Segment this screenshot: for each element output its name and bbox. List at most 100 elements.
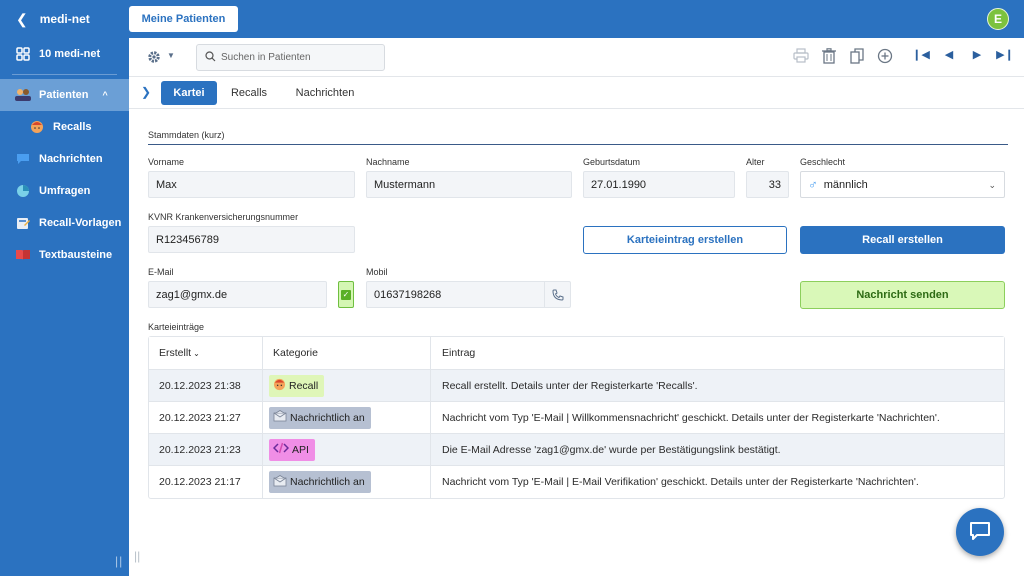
chevron-up-icon[interactable]: ^: [103, 90, 108, 100]
vorname-label: Vorname: [148, 157, 185, 167]
sidebar-item-nachrichten[interactable]: Nachrichten: [0, 143, 129, 175]
chevron-right-icon[interactable]: ❯: [141, 85, 151, 99]
table-row[interactable]: 20.12.2023 21:38 Recall Recall erstellt.…: [149, 370, 1004, 402]
tab-meine-patienten[interactable]: Meine Patienten: [129, 6, 238, 32]
sidebar: ❮ medi-net 10 medi-net Patienten ^ Recal…: [0, 0, 129, 576]
sidebar-item-patienten[interactable]: Patienten ^: [0, 79, 129, 111]
search-placeholder: Suchen in Patienten: [221, 52, 311, 63]
search-icon: [205, 50, 216, 65]
sidebar-item-textbausteine[interactable]: Textbausteine: [0, 239, 129, 271]
table-header: Erstellt ⌄ Kategorie Eintrag: [149, 337, 1004, 370]
mobil-field[interactable]: 01637198268: [366, 281, 571, 308]
sidebar-item-dashboard[interactable]: 10 medi-net: [0, 38, 129, 70]
tab-nachrichten[interactable]: Nachrichten: [285, 81, 365, 105]
table-row[interactable]: 20.12.2023 21:27 Nachrichtlich an Nachri…: [149, 402, 1004, 434]
category-tag: Recall: [269, 374, 325, 397]
sidebar-divider: [12, 74, 117, 75]
geschlecht-label: Geschlecht: [800, 157, 846, 167]
chevron-down-icon[interactable]: ▼: [167, 51, 175, 60]
send-message-button[interactable]: Nachricht senden: [800, 281, 1005, 309]
top-bar: Meine Patienten E: [129, 0, 1024, 38]
patients-icon: [14, 88, 32, 102]
avatar[interactable]: E: [987, 8, 1009, 30]
sidebar-item-label: Nachrichten: [39, 153, 103, 165]
envelope-icon: [273, 410, 287, 425]
geburtsdatum-label: Geburtsdatum: [583, 157, 641, 167]
phone-icon[interactable]: [544, 281, 571, 308]
sidebar-item-label: Umfragen: [39, 185, 91, 197]
copy-icon[interactable]: [848, 48, 866, 67]
panel-resize-handle[interactable]: ||: [134, 549, 140, 563]
tab-recalls[interactable]: Recalls: [223, 81, 275, 105]
resize-handle[interactable]: ||: [115, 554, 123, 568]
male-symbol-icon: ♂: [808, 177, 818, 192]
chat-bubble-icon: [14, 152, 32, 166]
category-tag: Nachrichtlich an: [269, 471, 371, 493]
row-date: 20.12.2023 21:27: [149, 402, 263, 433]
sidebar-item-recalls[interactable]: Recalls: [0, 111, 129, 143]
nachname-field[interactable]: Mustermann: [366, 171, 572, 198]
alter-label: Alter: [746, 157, 765, 167]
app-title: medi-net: [39, 12, 90, 26]
first-record-icon[interactable]: ❙◀: [910, 48, 932, 61]
sidebar-item-label: Textbausteine: [39, 249, 113, 261]
kvnr-field[interactable]: R123456789: [148, 226, 355, 253]
chat-button[interactable]: [956, 508, 1004, 556]
sidebar-item-label: Patienten: [39, 89, 89, 101]
row-date: 20.12.2023 21:38: [149, 370, 263, 401]
checkmark-icon: ✓: [341, 289, 351, 300]
geschlecht-select[interactable]: ♂ männlich ⌄: [800, 171, 1005, 198]
gear-icon[interactable]: [147, 50, 161, 67]
toolbar-actions: [792, 48, 894, 67]
recall-face-icon: [273, 378, 286, 394]
search-input[interactable]: Suchen in Patienten: [196, 44, 385, 71]
last-record-icon[interactable]: ▶❙: [994, 48, 1016, 61]
section-divider: [148, 144, 1008, 145]
print-icon[interactable]: [792, 48, 810, 67]
pie-chart-icon: [14, 184, 32, 198]
column-header-kategorie[interactable]: Kategorie: [263, 337, 431, 369]
trash-icon[interactable]: [820, 48, 838, 67]
previous-record-icon[interactable]: ◀: [938, 48, 960, 61]
table-row[interactable]: 20.12.2023 21:23 API Die E-Mail Adresse …: [149, 434, 1004, 466]
column-header-eintrag[interactable]: Eintrag: [431, 337, 1004, 369]
add-circle-icon[interactable]: [876, 48, 894, 67]
next-record-icon[interactable]: ▶: [966, 48, 988, 61]
table-row[interactable]: 20.12.2023 21:17 Nachrichtlich an Nachri…: [149, 466, 1004, 498]
chevron-left-icon[interactable]: ❮: [16, 11, 28, 28]
vorname-field[interactable]: Max: [148, 171, 355, 198]
row-date: 20.12.2023 21:23: [149, 434, 263, 465]
category-tag: Nachrichtlich an: [269, 406, 371, 429]
create-recall-button[interactable]: Recall erstellen: [800, 226, 1005, 254]
detail-tabs: ❯ Kartei Recalls Nachrichten: [129, 77, 1024, 109]
column-header-erstellt[interactable]: Erstellt ⌄: [149, 337, 263, 369]
row-entry-text: Recall erstellt. Details unter der Regis…: [442, 379, 698, 392]
row-category: API: [263, 434, 431, 465]
email-verified-checkbox[interactable]: ✓: [338, 281, 354, 308]
sort-desc-icon: ⌄: [193, 348, 200, 358]
envelope-icon: [273, 474, 287, 490]
entries-table: Erstellt ⌄ Kategorie Eintrag 20.12.2023 …: [148, 336, 1005, 499]
toolbar: ▼ Suchen in Patienten ❙◀ ◀ ▶ ▶❙: [129, 38, 1024, 77]
chevron-down-icon: ⌄: [988, 180, 996, 190]
code-icon: [272, 442, 290, 457]
row-category: Nachrichtlich an: [263, 466, 431, 498]
row-entry-text: Nachricht vom Typ 'E-Mail | E-Mail Verif…: [442, 476, 919, 488]
category-tag: API: [269, 438, 315, 461]
row-category: Recall: [263, 370, 431, 401]
geburtsdatum-field[interactable]: 27.01.1990: [583, 171, 735, 198]
email-field[interactable]: zag1@gmx.de: [148, 281, 327, 308]
mobil-label: Mobil: [366, 267, 388, 277]
sidebar-item-recall-vorlagen[interactable]: Recall-Vorlagen: [0, 207, 129, 239]
template-icon: [14, 216, 32, 230]
create-entry-button[interactable]: Karteieintrag erstellen: [583, 226, 787, 254]
recall-face-icon: [28, 120, 46, 134]
kvnr-label: KVNR Krankenversicherungsnummer: [148, 212, 299, 222]
sidebar-item-umfragen[interactable]: Umfragen: [0, 175, 129, 207]
tab-kartei[interactable]: Kartei: [161, 81, 217, 105]
grid-icon: [14, 47, 32, 61]
sidebar-header[interactable]: ❮ medi-net: [0, 0, 129, 38]
record-navigation: ❙◀ ◀ ▶ ▶❙: [910, 48, 1016, 61]
nachname-label: Nachname: [366, 157, 410, 167]
row-entry-text: Nachricht vom Typ 'E-Mail | Willkommensn…: [442, 411, 940, 424]
